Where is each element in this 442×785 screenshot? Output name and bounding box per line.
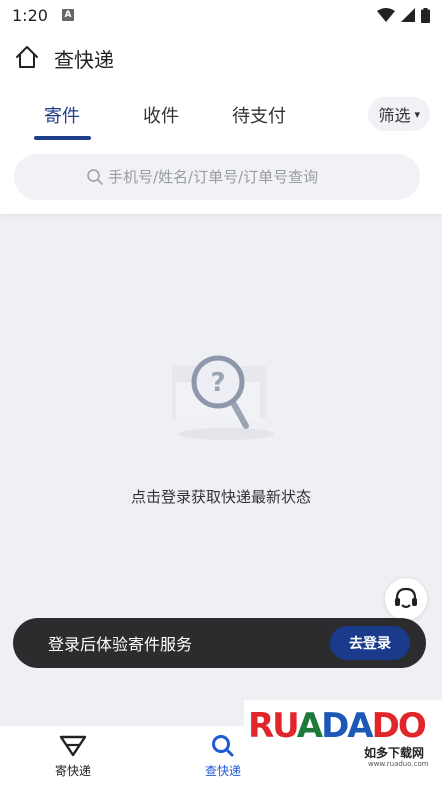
search-input[interactable] — [108, 168, 348, 186]
tab-receive[interactable]: 收件 — [143, 102, 179, 128]
filter-label: 筛选 — [378, 106, 411, 125]
page-title: 查快递 — [54, 48, 114, 72]
nav-track-label: 查快递 — [205, 764, 242, 778]
notification-a-icon: A — [61, 9, 74, 21]
nav-track-express[interactable]: 查快递 — [205, 734, 241, 779]
tab-send[interactable]: 寄件 — [44, 102, 80, 128]
svg-text:?: ? — [210, 368, 225, 398]
status-time: 1:20 — [12, 5, 48, 25]
login-banner: 登录后体验寄件服务 去登录 — [13, 618, 426, 668]
battery-icon — [421, 7, 430, 23]
home-icon[interactable] — [14, 45, 40, 73]
watermark-logo: RUADADO 如多下载网 www.ruaduo.com — [244, 700, 442, 785]
signal-icon — [401, 8, 415, 22]
dropdown-arrow-icon: ▾ — [414, 107, 420, 121]
send-triangle-icon — [59, 735, 87, 757]
empty-state-illustration: ? — [168, 352, 278, 452]
search-bar[interactable] — [14, 154, 420, 200]
watermark-url: www.ruaduo.com — [368, 760, 429, 768]
wifi-icon — [377, 8, 395, 22]
title-row: 查快递 — [14, 44, 114, 73]
tab-bar: 寄件 收件 待支付 筛选 ▾ — [0, 94, 442, 140]
headset-icon — [395, 587, 417, 608]
search-icon — [212, 735, 234, 757]
login-button[interactable]: 去登录 — [330, 626, 410, 660]
watermark-subtitle: 如多下载网 — [364, 746, 425, 760]
header: 查快递 寄件 收件 待支付 筛选 ▾ — [0, 30, 442, 214]
login-banner-text: 登录后体验寄件服务 — [48, 635, 193, 654]
status-bar: 1:20 A — [0, 0, 442, 30]
customer-service-button[interactable] — [384, 577, 428, 621]
search-icon — [87, 169, 103, 185]
tab-pending-payment[interactable]: 待支付 — [232, 102, 286, 128]
active-tab-indicator — [34, 136, 91, 140]
empty-state-message[interactable]: 点击登录获取快递最新状态 — [0, 486, 442, 507]
watermark-letters: RUADADO — [248, 706, 427, 746]
nav-send-label: 寄快递 — [55, 764, 92, 778]
nav-send-express[interactable]: 寄快递 — [55, 734, 91, 779]
filter-button[interactable]: 筛选 ▾ — [368, 97, 430, 131]
status-right — [377, 7, 430, 23]
